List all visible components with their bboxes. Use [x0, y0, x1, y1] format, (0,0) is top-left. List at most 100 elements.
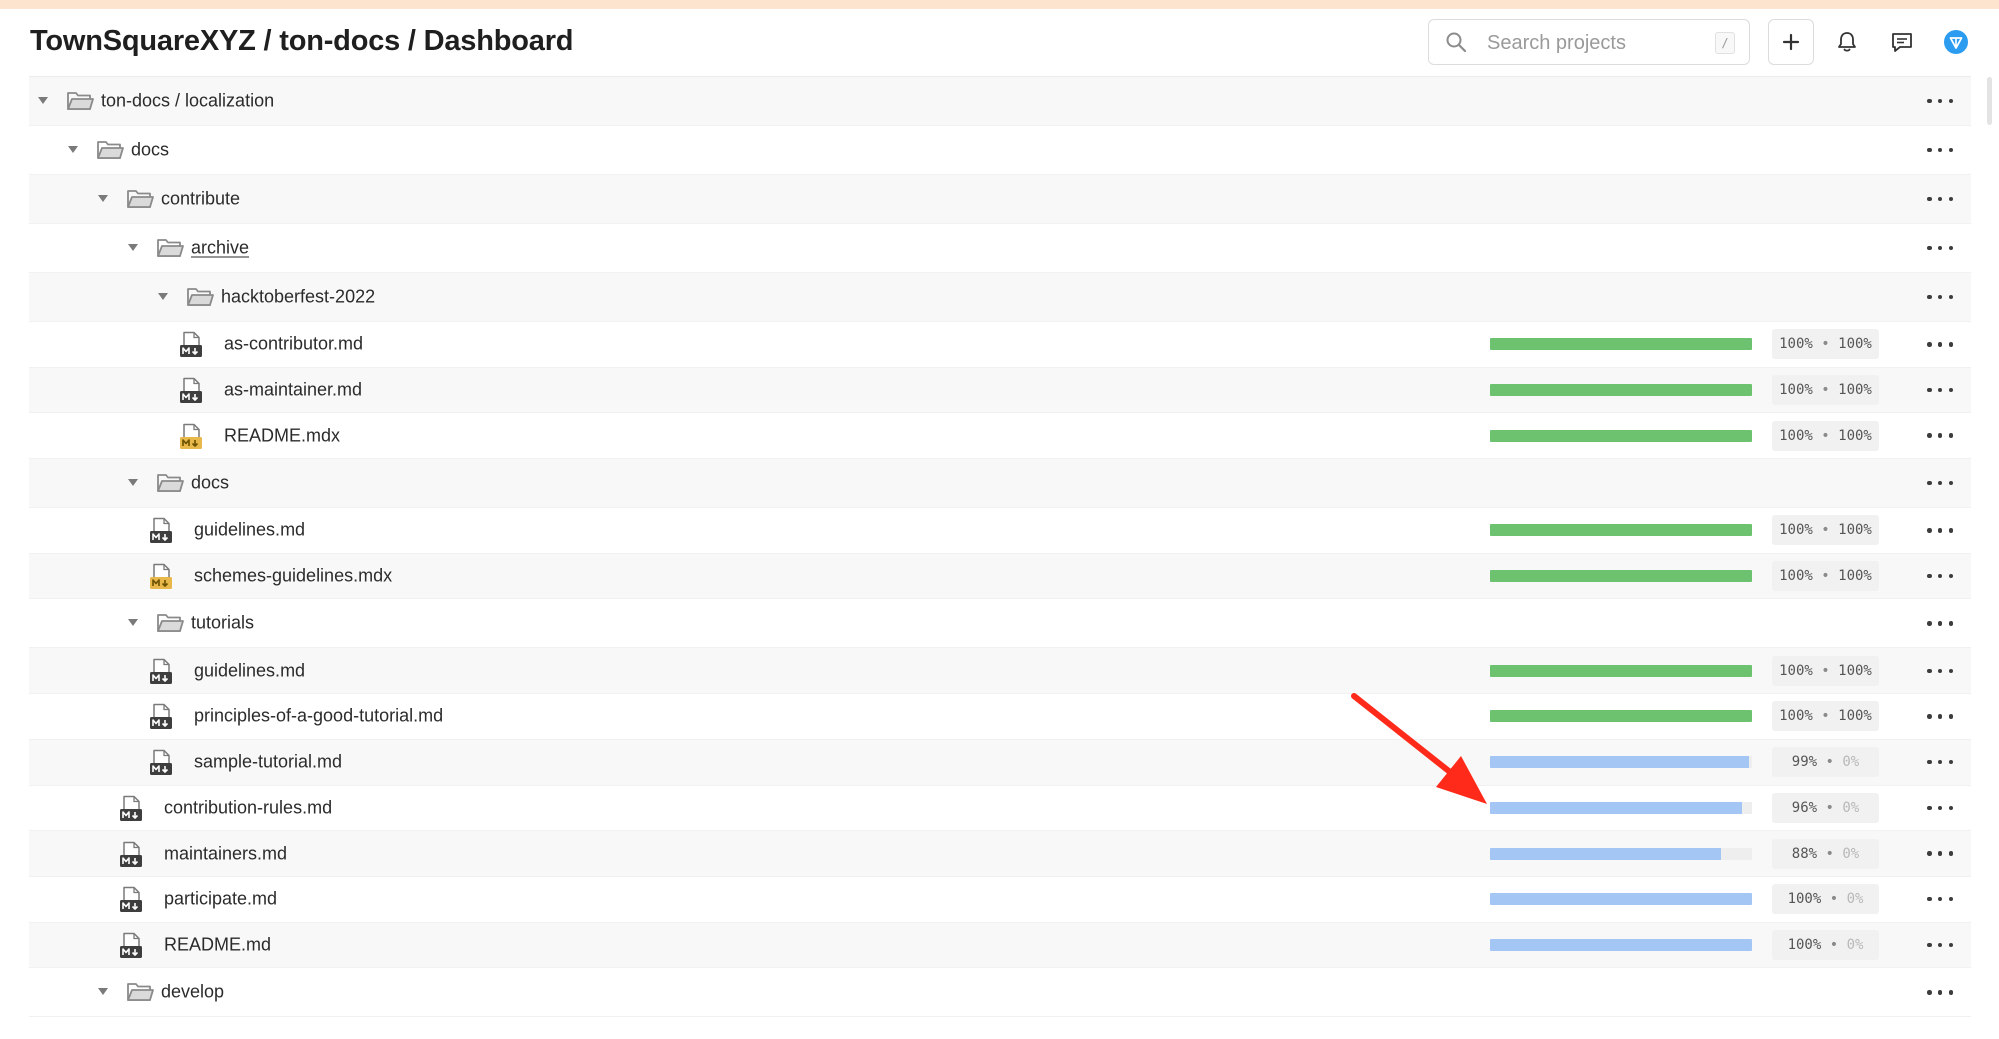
translated-percent: 100% — [1779, 522, 1813, 539]
progress-bar-fill — [1490, 801, 1742, 814]
dot — [1937, 433, 1943, 438]
more-options-icon[interactable] — [1927, 572, 1953, 580]
chevron-down-icon[interactable] — [98, 988, 108, 996]
folder-row[interactable]: docs — [29, 126, 1971, 175]
folder-open-icon — [97, 141, 124, 159]
dot — [1937, 573, 1943, 579]
translated-percent: 100% — [1779, 568, 1813, 585]
file-tree: ton-docs / localization docs contribute arc… — [29, 77, 1971, 1018]
progress-badge: 100% • 100% — [1772, 329, 1879, 360]
dot — [1937, 851, 1943, 856]
chevron-down-icon[interactable] — [38, 97, 48, 104]
approved-percent: 0% — [1842, 845, 1860, 862]
chevron-down-icon[interactable] — [128, 244, 138, 251]
dot — [1948, 196, 1953, 202]
search-input[interactable] — [1485, 28, 1709, 58]
separator-dot: • — [1817, 754, 1843, 771]
progress-badge: 100% • 100% — [1772, 701, 1879, 732]
dot — [1927, 990, 1932, 995]
progress-bar — [1490, 710, 1752, 723]
file-row[interactable]: maintainers.md 88% • 0% — [29, 831, 1971, 877]
file-row[interactable]: contribution-rules.md 96% • 0% — [29, 786, 1971, 832]
file-row[interactable]: README.md 100% • 0% — [29, 922, 1971, 969]
dot — [1927, 573, 1932, 579]
more-options-icon[interactable] — [1927, 988, 1953, 996]
progress-bar-fill — [1490, 756, 1750, 769]
more-options-icon[interactable] — [1927, 667, 1953, 675]
more-options-icon[interactable] — [1927, 526, 1953, 534]
more-options-icon[interactable] — [1927, 850, 1953, 858]
file-row[interactable]: participate.md 100% • 0% — [29, 877, 1971, 923]
folder-name: contribute — [161, 188, 241, 209]
more-options-icon[interactable] — [1927, 386, 1953, 394]
file-row[interactable]: guidelines.md 100% • 100% — [29, 648, 1971, 695]
chevron-down-icon[interactable] — [68, 146, 78, 153]
more-options-icon[interactable] — [1927, 895, 1953, 903]
file-row[interactable]: guidelines.md 100% • 100% — [29, 508, 1971, 554]
folder-row[interactable]: tutorials — [29, 599, 1971, 649]
folder-row[interactable]: docs — [29, 459, 1971, 509]
more-options-icon[interactable] — [1927, 619, 1953, 627]
file-row[interactable]: as-maintainer.md 100% • 100% — [29, 367, 1971, 414]
chevron-down-icon[interactable] — [128, 479, 138, 487]
more-options-icon[interactable] — [1927, 479, 1953, 487]
more-options-icon[interactable] — [1927, 432, 1953, 440]
notifications-button[interactable] — [1824, 19, 1870, 65]
translated-percent: 100% — [1779, 336, 1813, 353]
folder-row[interactable]: archive — [29, 224, 1971, 273]
folder-name: docs — [131, 139, 170, 160]
user-avatar[interactable] — [1933, 19, 1979, 65]
more-options-icon[interactable] — [1927, 97, 1953, 105]
dot — [1937, 245, 1943, 251]
dot — [1948, 714, 1953, 719]
dot — [1937, 668, 1943, 674]
more-options-icon[interactable] — [1927, 941, 1953, 949]
search-box[interactable]: / — [1428, 19, 1750, 65]
file-row[interactable]: as-contributor.md 100% • 100% — [29, 322, 1971, 368]
more-options-icon[interactable] — [1927, 244, 1953, 252]
folder-name[interactable]: archive — [191, 238, 249, 259]
more-options-icon[interactable] — [1927, 712, 1953, 720]
file-row[interactable]: README.mdx 100% • 100% — [29, 413, 1971, 460]
more-options-icon[interactable] — [1927, 758, 1953, 766]
scrollbar-thumb[interactable] — [1987, 77, 1992, 125]
chevron-down-icon[interactable] — [98, 195, 108, 202]
folder-row[interactable]: hacktoberfest-2022 — [29, 273, 1971, 322]
more-options-icon[interactable] — [1927, 340, 1953, 348]
markdown-file-icon — [150, 518, 172, 544]
more-options-icon[interactable] — [1927, 293, 1953, 301]
dot — [1948, 294, 1953, 300]
progress-badge: 88% • 0% — [1772, 838, 1879, 869]
messages-button[interactable] — [1879, 19, 1925, 65]
dot — [1948, 896, 1953, 902]
more-options-icon[interactable] — [1927, 146, 1953, 154]
file-row[interactable]: schemes-guidelines.mdx 100% • 100% — [29, 553, 1971, 600]
dot — [1937, 714, 1943, 719]
progress-badge: 100% • 0% — [1772, 929, 1879, 960]
folder-row[interactable]: ton-docs / localization — [29, 77, 1971, 126]
dot — [1937, 196, 1943, 202]
dot — [1927, 851, 1932, 856]
folder-name: ton-docs / localization — [101, 90, 275, 111]
progress-badge: 100% • 0% — [1772, 884, 1879, 915]
file-row[interactable]: sample-tutorial.md 99% • 0% — [29, 739, 1971, 786]
file-name: maintainers.md — [164, 843, 288, 864]
chevron-down-icon[interactable] — [158, 293, 168, 300]
folder-row[interactable]: contribute — [29, 175, 1971, 224]
progress-bar-fill — [1490, 893, 1752, 906]
file-name: guidelines.md — [194, 519, 306, 540]
progress-bar-fill — [1490, 710, 1752, 723]
file-row[interactable]: principles-of-a-good-tutorial.md 100% • 1… — [29, 694, 1971, 740]
folder-row[interactable]: develop — [29, 968, 1971, 1018]
progress-badge: 99% • 0% — [1772, 747, 1879, 778]
more-options-icon[interactable] — [1927, 804, 1953, 812]
translated-percent: 100% — [1787, 936, 1822, 953]
add-button[interactable] — [1768, 19, 1814, 65]
file-name: as-contributor.md — [224, 333, 364, 354]
dot — [1937, 942, 1943, 948]
more-options-icon[interactable] — [1927, 195, 1953, 203]
dot — [1937, 896, 1943, 902]
dot — [1948, 621, 1953, 626]
chevron-down-icon[interactable] — [128, 619, 138, 627]
translated-percent: 100% — [1779, 427, 1813, 444]
